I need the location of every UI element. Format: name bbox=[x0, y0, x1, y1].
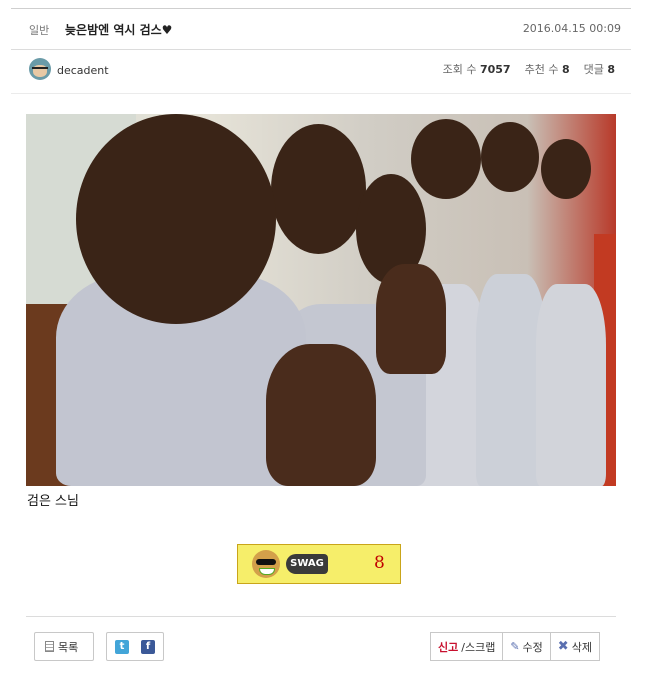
swag-emoticon bbox=[252, 550, 280, 578]
edit-label: 수정 bbox=[522, 640, 543, 654]
category-label[interactable]: 일반 bbox=[29, 22, 49, 38]
post-actions: 신고/스크랩 ✎ 수정 ✖ 삭제 bbox=[430, 632, 606, 661]
recommend-label: 추천 수 bbox=[524, 63, 559, 76]
footer-divider bbox=[26, 616, 616, 617]
views-count: 7057 bbox=[479, 63, 511, 76]
post-meta: decadent 조회 수 7057 추천 수 8 댓글 8 bbox=[11, 49, 631, 94]
post-date: 2016.04.15 00:09 bbox=[522, 22, 621, 35]
share-buttons: t f bbox=[106, 632, 164, 661]
swag-button[interactable]: SWAG 8 bbox=[237, 544, 401, 584]
image-head bbox=[481, 122, 539, 192]
report-label: 신고 bbox=[438, 640, 459, 654]
image-head bbox=[76, 114, 276, 324]
delete-button[interactable]: ✖ 삭제 bbox=[550, 632, 600, 661]
post-image bbox=[26, 114, 616, 486]
image-hands bbox=[266, 344, 376, 486]
author-name[interactable]: decadent bbox=[57, 64, 109, 77]
edit-button[interactable]: ✎ 수정 bbox=[503, 632, 551, 661]
report-scrap-button[interactable]: 신고/스크랩 bbox=[430, 632, 504, 661]
image-robe bbox=[536, 284, 606, 486]
swag-count: 8 bbox=[374, 553, 385, 573]
twitter-icon[interactable]: t bbox=[115, 639, 129, 654]
image-head bbox=[271, 124, 366, 254]
comments-stat[interactable]: 댓글 8 bbox=[584, 61, 615, 77]
views-label: 조회 수 bbox=[442, 63, 477, 76]
facebook-icon[interactable]: f bbox=[141, 639, 155, 654]
pencil-icon: ✎ bbox=[510, 640, 520, 653]
comments-count: 8 bbox=[607, 63, 615, 76]
scrap-label: /스크랩 bbox=[461, 640, 496, 654]
delete-label: 삭제 bbox=[571, 640, 592, 654]
list-button[interactable]: 목록 bbox=[34, 632, 94, 661]
list-icon bbox=[45, 641, 54, 652]
comments-label: 댓글 bbox=[583, 63, 604, 76]
recommend-stat: 추천 수 8 bbox=[525, 61, 570, 77]
post-header: 일반 늦은밤엔 역시 검스♥ 2016.04.15 00:09 bbox=[11, 8, 631, 50]
views-stat: 조회 수 7057 bbox=[443, 61, 511, 77]
avatar-glasses bbox=[32, 67, 48, 73]
recommend-count: 8 bbox=[561, 63, 570, 76]
image-caption: 검은 스님 bbox=[27, 494, 79, 509]
image-head bbox=[411, 119, 481, 199]
avatar[interactable] bbox=[29, 58, 51, 80]
image-hands bbox=[376, 264, 446, 374]
swag-tag: SWAG bbox=[286, 554, 328, 574]
list-button-label: 목록 bbox=[58, 640, 79, 654]
x-icon: ✖ bbox=[557, 639, 569, 654]
image-head bbox=[541, 139, 591, 199]
post-title: 늦은밤엔 역시 검스♥ bbox=[65, 23, 173, 37]
post-stats: 조회 수 7057 추천 수 8 댓글 8 bbox=[443, 61, 615, 77]
